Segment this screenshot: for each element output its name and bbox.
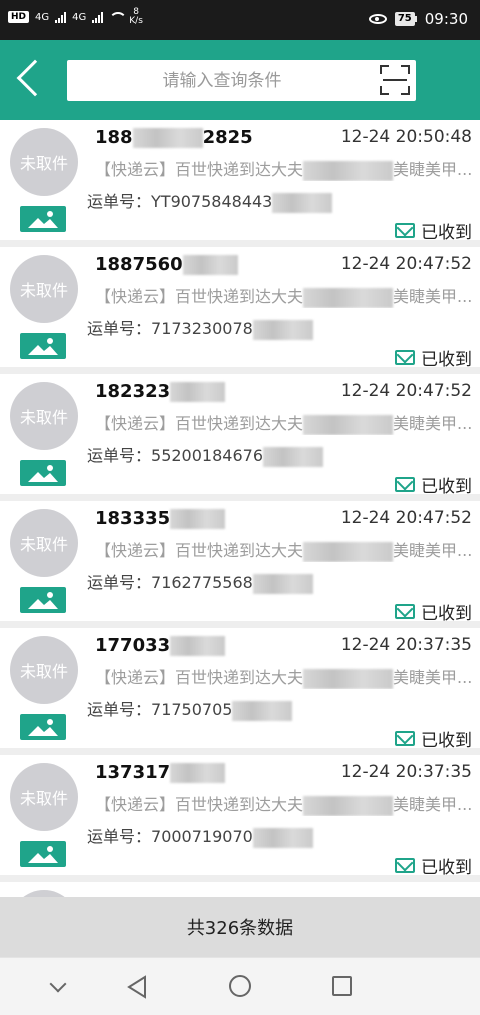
clock: 09:30 — [424, 10, 468, 28]
nav-recent-icon[interactable] — [332, 976, 352, 996]
mail-received-icon — [395, 350, 415, 365]
waybill-number: 运单号：YT9075848443 — [87, 188, 333, 213]
battery-icon: 75 — [394, 12, 417, 26]
photo-icon[interactable] — [20, 206, 66, 232]
signal-label-1: 4G — [35, 11, 50, 23]
delivery-status: 已收到 — [395, 218, 472, 243]
back-icon[interactable] — [16, 59, 54, 97]
waybill-number: 运单号：7162775568 — [87, 569, 313, 594]
signal-label-2: 4G — [72, 11, 87, 23]
delivery-status: 已收到 — [395, 345, 472, 370]
list-item[interactable]: 未取件 182323 12-24 20:47:52 【快递云】百世快递到达大夫 美睫美甲… — [0, 374, 480, 497]
delivery-status: 已收到 — [395, 599, 472, 624]
status-bar: HD 4G 4G 8 K/s 75 09:30 — [0, 0, 480, 40]
waybill-number: 运单号：7173230078 — [87, 315, 313, 340]
pickup-status-avatar: 未取件 — [10, 636, 78, 704]
eye-comfort-icon — [368, 14, 387, 24]
system-nav-bar — [0, 957, 480, 1015]
list-item[interactable]: 未取件 183335 12-24 20:47:52 【快递云】百世快递到达大夫 美睫美甲… — [0, 501, 480, 624]
photo-icon[interactable] — [20, 714, 66, 740]
list-item[interactable]: 未取件 188 2825 12-24 20:50:48 【快递云】百世快递到达大夫 美睫美… — [0, 120, 480, 243]
pickup-status-avatar: 未取件 — [10, 128, 78, 196]
recipient-phone: 182323 — [95, 381, 226, 402]
sent-time: 12-24 20:47:52 — [340, 381, 472, 401]
sent-time: 12-24 20:37:35 — [340, 635, 472, 655]
pickup-status-avatar: 未取件 — [10, 255, 78, 323]
list-item[interactable]: 未取件 1887560 12-24 20:47:52 【快递云】百世快递到达大夫 美睫美… — [0, 247, 480, 370]
mail-received-icon — [395, 604, 415, 619]
sms-preview: 【快递云】百世快递到达大夫 美睫美甲... — [95, 668, 473, 689]
waybill-number: 运单号：7000719070 — [87, 823, 313, 848]
waybill-number: 运单号：71750705 — [87, 696, 293, 721]
list-item[interactable]: 未取件 137317 12-24 20:37:35 【快递云】百世快递到达大夫 美睫美甲… — [0, 755, 480, 878]
photo-icon[interactable] — [20, 460, 66, 486]
signal-bars-1-icon — [55, 11, 67, 23]
header — [0, 40, 480, 120]
nav-down-icon[interactable] — [49, 975, 67, 993]
sent-time: 12-24 20:47:52 — [340, 254, 472, 274]
status-right: 75 09:30 — [368, 10, 468, 28]
parcel-list[interactable]: 未取件 188 2825 12-24 20:50:48 【快递云】百世快递到达大夫 美睫美… — [0, 120, 480, 897]
nav-home-icon[interactable] — [229, 975, 251, 997]
sms-preview: 【快递云】百世快递到达大夫 美睫美甲... — [95, 541, 473, 562]
list-item[interactable]: 未取件 177033 12-24 20:37:35 【快递云】百世快递到达大夫 美睫美甲… — [0, 628, 480, 751]
sent-time: 12-24 20:37:35 — [340, 762, 472, 782]
recipient-phone: 1887560 — [95, 254, 238, 275]
photo-icon[interactable] — [20, 333, 66, 359]
recipient-phone: 188 2825 — [95, 127, 253, 148]
network-speed: 8 K/s — [129, 7, 143, 26]
search-box[interactable] — [67, 60, 416, 101]
delivery-status: 已收到 — [395, 853, 472, 878]
scan-icon[interactable] — [380, 65, 410, 95]
recipient-phone: 177033 — [95, 635, 226, 656]
hd-badge: HD — [8, 11, 30, 23]
photo-icon[interactable] — [20, 587, 66, 613]
sms-preview: 【快递云】百世快递到达大夫 美睫美甲... — [95, 414, 473, 435]
mail-received-icon — [395, 731, 415, 746]
wifi-icon — [109, 11, 128, 23]
mail-received-icon — [395, 223, 415, 238]
mail-received-icon — [395, 477, 415, 492]
status-left: HD 4G 4G 8 K/s — [8, 8, 143, 26]
search-input[interactable] — [77, 60, 367, 101]
photo-icon[interactable] — [20, 841, 66, 867]
mail-received-icon — [395, 858, 415, 873]
waybill-number: 运单号：55200184676 — [87, 442, 323, 467]
pickup-status-avatar: 未取件 — [10, 763, 78, 831]
delivery-status: 已收到 — [395, 472, 472, 497]
sent-time: 12-24 20:50:48 — [340, 127, 472, 147]
sent-time: 12-24 20:47:52 — [340, 508, 472, 528]
sms-preview: 【快递云】百世快递到达大夫 美睫美甲... — [95, 160, 473, 181]
delivery-status: 已收到 — [395, 726, 472, 751]
battery-level: 75 — [394, 12, 415, 26]
sms-preview: 【快递云】百世快递到达大夫 美睫美甲... — [95, 287, 473, 308]
pickup-status-avatar: 未取件 — [10, 509, 78, 577]
pickup-status-avatar: 未取件 — [10, 382, 78, 450]
recipient-phone: 137317 — [95, 762, 226, 783]
recipient-phone: 183335 — [95, 508, 226, 529]
total-count: 共326条数据 — [0, 897, 480, 957]
signal-bars-2-icon — [92, 11, 104, 23]
pickup-status-avatar — [10, 890, 78, 897]
sms-preview: 【快递云】百世快递到达大夫 美睫美甲... — [95, 795, 473, 816]
list-item-partial[interactable] — [0, 882, 480, 897]
